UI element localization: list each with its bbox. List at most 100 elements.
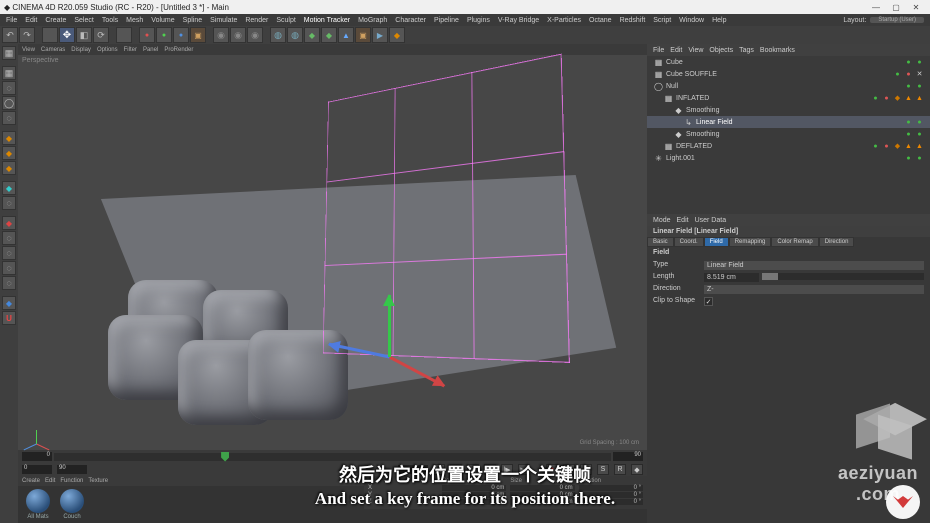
- material-swatch[interactable]: Couch: [58, 489, 86, 520]
- rotate-tool[interactable]: [93, 27, 109, 43]
- live-select-tool[interactable]: [42, 27, 58, 43]
- autokey-button[interactable]: ◯: [563, 464, 575, 475]
- snap-settings-button[interactable]: [2, 231, 16, 245]
- points-mode-button[interactable]: [2, 131, 16, 145]
- attr-tab-remapping[interactable]: Remapping: [729, 237, 772, 247]
- material-swatch[interactable]: All Mats: [24, 489, 52, 520]
- add-camera-button[interactable]: [372, 27, 388, 43]
- menu-script[interactable]: Script: [653, 17, 671, 24]
- object-tag-icon[interactable]: ●: [871, 94, 880, 103]
- workplane-button[interactable]: [2, 246, 16, 260]
- objmgr-menu-edit[interactable]: Edit: [670, 47, 682, 54]
- tree-row[interactable]: ↳Linear Field●●: [647, 116, 930, 128]
- current-frame-field[interactable]: 0: [398, 465, 428, 474]
- viewport-menu-display[interactable]: Display: [71, 47, 91, 53]
- attr-direction-dropdown[interactable]: Z-: [704, 285, 924, 294]
- menu-plugins[interactable]: Plugins: [467, 17, 490, 24]
- attrmgr-menu-edit[interactable]: Edit: [677, 217, 689, 224]
- viewport-nav-gizmo[interactable]: [24, 418, 50, 444]
- magnet-tool-button[interactable]: [2, 311, 16, 325]
- snap-toggle-button[interactable]: [2, 216, 16, 230]
- menu-v-ray-bridge[interactable]: V-Ray Bridge: [498, 17, 539, 24]
- object-tag-icon[interactable]: ◆: [893, 142, 902, 151]
- menu-mesh[interactable]: Mesh: [126, 17, 143, 24]
- menu-octane[interactable]: Octane: [589, 17, 612, 24]
- key-position-toggle[interactable]: P: [580, 464, 592, 475]
- range-end-field[interactable]: 90: [57, 465, 87, 474]
- layout-dropdown[interactable]: Startup (User): [870, 17, 924, 23]
- add-surface-button[interactable]: [321, 27, 337, 43]
- timeline-playhead[interactable]: [221, 452, 229, 462]
- tree-row[interactable]: ▦INFLATED●●◆▲▲: [647, 92, 930, 104]
- make-editable-button[interactable]: [2, 46, 16, 60]
- menu-render[interactable]: Render: [245, 17, 268, 24]
- menu-volume[interactable]: Volume: [151, 17, 174, 24]
- play-back-button[interactable]: ◀: [467, 464, 479, 475]
- add-light-button[interactable]: [389, 27, 405, 43]
- attr-type-dropdown[interactable]: Linear Field: [704, 261, 924, 270]
- object-tag-icon[interactable]: ●: [915, 118, 924, 127]
- recent-tool[interactable]: [116, 27, 132, 43]
- go-start-button[interactable]: |◀: [433, 464, 445, 475]
- polygons-mode-button[interactable]: [2, 161, 16, 175]
- coord-value-field[interactable]: 0 cm: [510, 499, 574, 505]
- menu-tools[interactable]: Tools: [102, 17, 118, 24]
- undo-button[interactable]: [2, 27, 18, 43]
- attr-tab-direction[interactable]: Direction: [819, 237, 855, 247]
- menu-file[interactable]: File: [6, 17, 17, 24]
- object-tag-icon[interactable]: ●: [904, 70, 913, 79]
- object-tag-icon[interactable]: ●: [915, 154, 924, 163]
- planar-workplane-button[interactable]: [2, 276, 16, 290]
- attr-clip-checkbox[interactable]: ✓: [704, 297, 713, 306]
- object-tag-icon[interactable]: ●: [904, 82, 913, 91]
- gizmo-y-axis[interactable]: [388, 295, 391, 357]
- objmgr-menu-view[interactable]: View: [688, 47, 703, 54]
- attr-length-field[interactable]: 8.519 cm: [704, 273, 759, 282]
- object-tag-icon[interactable]: ▲: [915, 94, 924, 103]
- coord-value-field[interactable]: 0 °: [579, 485, 643, 491]
- coord-value-field[interactable]: 0 cm: [510, 485, 574, 491]
- attr-tab-color-remap[interactable]: Color Remap: [771, 237, 818, 247]
- object-tag-icon[interactable]: ●: [904, 58, 913, 67]
- object-tag-icon[interactable]: ●: [893, 70, 902, 79]
- step-back-button[interactable]: ◀|: [450, 464, 462, 475]
- viewport-menu-panel[interactable]: Panel: [143, 47, 158, 53]
- material-menu-function[interactable]: Function: [60, 478, 83, 484]
- tree-row[interactable]: ▦Cube●●: [647, 56, 930, 68]
- minimize-button[interactable]: —: [866, 3, 886, 12]
- objmgr-menu-objects[interactable]: Objects: [709, 47, 733, 54]
- viewport-menu-prorender[interactable]: ProRender: [164, 47, 193, 53]
- locked-workplane-button[interactable]: [2, 261, 16, 275]
- menu-motion-tracker[interactable]: Motion Tracker: [304, 17, 350, 24]
- tree-row[interactable]: ▦Cube SOUFFLE●●✕: [647, 68, 930, 80]
- axis-y-lock[interactable]: [156, 27, 172, 43]
- coord-value-field[interactable]: 0 cm: [442, 499, 506, 505]
- attrmgr-menu-mode[interactable]: Mode: [653, 217, 671, 224]
- axis-x-lock[interactable]: [139, 27, 155, 43]
- coord-value-field[interactable]: 0 °: [579, 492, 643, 498]
- material-menu-create[interactable]: Create: [22, 478, 40, 484]
- object-tag-icon[interactable]: ●: [882, 142, 891, 151]
- object-tag-icon[interactable]: ●: [882, 94, 891, 103]
- timeline-end-field[interactable]: 90: [613, 452, 643, 461]
- object-tag-icon[interactable]: ▲: [915, 142, 924, 151]
- record-key-button[interactable]: ●: [546, 464, 558, 475]
- tree-row[interactable]: ◯Null●●: [647, 80, 930, 92]
- menu-help[interactable]: Help: [712, 17, 726, 24]
- coord-value-field[interactable]: 0 °: [579, 499, 643, 505]
- viewport-menu-view[interactable]: View: [22, 47, 35, 53]
- object-tag-icon[interactable]: ●: [871, 142, 880, 151]
- render-region-button[interactable]: [230, 27, 246, 43]
- menu-sculpt[interactable]: Sculpt: [276, 17, 295, 24]
- object-tag-icon[interactable]: ✕: [915, 70, 924, 79]
- attr-tab-basic[interactable]: Basic: [647, 237, 674, 247]
- attr-tab-coord-[interactable]: Coord.: [674, 237, 704, 247]
- timeline-start-field[interactable]: 0: [22, 452, 52, 461]
- object-tag-icon[interactable]: ▲: [904, 142, 913, 151]
- redo-button[interactable]: [19, 27, 35, 43]
- viewport-menu-cameras[interactable]: Cameras: [41, 47, 65, 53]
- object-tag-icon[interactable]: ●: [904, 118, 913, 127]
- edges-mode-button[interactable]: [2, 146, 16, 160]
- tree-row[interactable]: ✳Light.001●●: [647, 152, 930, 164]
- key-scale-toggle[interactable]: S: [597, 464, 609, 475]
